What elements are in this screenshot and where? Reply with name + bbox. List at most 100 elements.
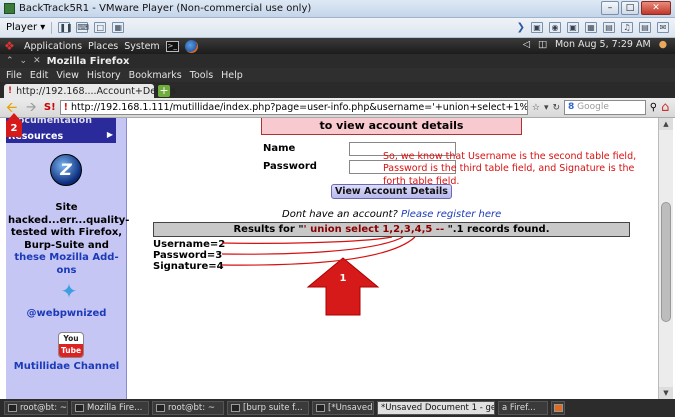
twitter-link[interactable]: @webpwnized [8, 308, 125, 319]
window-down-icon[interactable]: ⌄ [20, 56, 28, 66]
url-favicon-icon: ! [63, 102, 68, 113]
mutillidae-favicon-icon: ! [8, 86, 13, 96]
twitter-bird-icon[interactable]: ✦ [56, 280, 82, 302]
network-status-icon[interactable]: ◫ [538, 39, 547, 50]
menu-tools[interactable]: Tools [190, 70, 213, 81]
maximize-icon[interactable]: □ [621, 1, 639, 15]
window-controls: – □ ✕ [601, 1, 671, 15]
sound-icon[interactable]: ♫ [621, 22, 633, 33]
cdrom-icon[interactable]: ◉ [549, 22, 561, 33]
fullscreen-icon[interactable]: □ [94, 22, 107, 33]
sidebar-item-documentation[interactable]: Documentation [10, 118, 92, 126]
taskbar-item-firefox-2[interactable]: a Firef... [498, 401, 548, 415]
minimize-icon[interactable]: – [601, 1, 619, 15]
page-title: to view account details [261, 118, 522, 135]
terminal-icon [156, 404, 165, 412]
mutillidae-sidebar: Documentation Resources ▶ Z Site hacked.… [6, 118, 130, 399]
register-link[interactable]: Please register here [401, 209, 501, 220]
system-menu[interactable]: System [124, 41, 159, 52]
url-text: http://192.168.1.111/mutillidae/index.ph… [71, 102, 528, 113]
expand-arrow-icon[interactable]: ❯ [517, 22, 525, 33]
message-icon[interactable]: ✉ [657, 22, 669, 33]
scroll-thumb[interactable] [661, 202, 671, 322]
url-bar[interactable]: ! http://192.168.1.111/mutillidae/index.… [59, 100, 528, 115]
volume-icon[interactable]: ◁ [523, 39, 530, 50]
search-icon[interactable]: ⚲ [650, 102, 657, 113]
editor-icon [316, 404, 325, 412]
name-label: Name [263, 143, 296, 154]
step-2-badge: 2 [6, 121, 22, 137]
firefox-window-title: Mozilla Firefox [46, 55, 130, 67]
close-icon[interactable]: ✕ [641, 1, 671, 15]
taskbar-item-terminal-2[interactable]: root@bt: ~ [152, 401, 224, 415]
player-menu[interactable]: Player ▾ [6, 22, 45, 33]
vertical-scrollbar[interactable]: ▲ ▼ [658, 118, 673, 399]
window-close-icon[interactable]: ✕ [33, 56, 41, 66]
annotation-note: So, we know that Username is the second … [383, 151, 637, 187]
clock[interactable]: Mon Aug 5, 7:29 AM [555, 39, 651, 50]
applications-menu[interactable]: Applications [24, 41, 82, 52]
terminal-icon [8, 404, 17, 412]
disk-icon[interactable]: ▣ [531, 22, 543, 33]
firefox-icon [75, 404, 84, 412]
star-icon[interactable]: ☆ [532, 103, 540, 113]
menu-file[interactable]: File [6, 70, 22, 81]
google-icon: 8 [568, 102, 575, 112]
menu-history[interactable]: History [87, 70, 121, 81]
send-keys-icon[interactable]: ⌨ [76, 22, 89, 33]
results-header: Results for "' union select 1,2,3,4,5 --… [153, 222, 630, 237]
site-tested-text: Site hacked...err...quality-tested with … [8, 202, 130, 276]
back-arrow-icon[interactable]: 🡨 [6, 101, 22, 115]
taskbar-item-unsaved[interactable]: [*Unsaved ... [312, 401, 374, 415]
search-placeholder: Google [577, 102, 609, 112]
window-menu-icon[interactable]: ⌃ [6, 56, 14, 66]
pause-icon[interactable]: ❚❚ [58, 22, 73, 33]
tab-account-details[interactable]: ! http://192.168....Account+Details [4, 84, 176, 98]
tab-label: http://192.168....Account+Details [16, 85, 176, 97]
dropdown-icon[interactable]: ▾ [544, 103, 549, 113]
firefox-title-bar: ⌃ ⌄ ✕ Mozilla Firefox [0, 54, 675, 68]
panel-tray: ◁ ◫ Mon Aug 5, 7:29 AM ● [523, 39, 667, 50]
submenu-arrow-icon: ▶ [106, 130, 113, 139]
backtrack-dragon-icon: ❖ [4, 39, 15, 53]
usb-icon[interactable]: ▤ [603, 22, 615, 33]
scroll-up-icon[interactable]: ▲ [659, 118, 673, 130]
menu-edit[interactable]: Edit [30, 70, 48, 81]
taskbar-item-terminal-1[interactable]: root@bt: ~ [4, 401, 68, 415]
youtube-icon[interactable]: You Tube [58, 332, 84, 358]
menu-help[interactable]: Help [221, 70, 243, 81]
password-result: Password=3 [153, 250, 223, 261]
user-icon[interactable]: ● [659, 39, 667, 50]
home-icon[interactable]: ⌂ [661, 100, 675, 115]
gnome-taskbar: root@bt: ~ Mozilla Fire... root@bt: ~ [b… [0, 399, 675, 417]
search-input[interactable]: 8 Google [564, 100, 646, 115]
places-menu[interactable]: Places [88, 41, 118, 52]
gnome-top-panel: ❖ Applications Places System >_ ◁ ◫ Mon … [0, 38, 675, 54]
tab-strip: ! http://192.168....Account+Details + [0, 82, 675, 98]
forward-arrow-icon[interactable]: 🡪 [26, 100, 40, 115]
firefox-launcher-icon[interactable] [184, 39, 198, 53]
taskbar-item-gedit[interactable]: *Unsaved Document 1 - gedit [377, 401, 495, 415]
addons-link[interactable]: these Mozilla Add-ons [14, 252, 118, 276]
reload-icon[interactable]: ↻ [552, 103, 560, 113]
signature-result: Signature=4 [153, 261, 224, 272]
scroll-down-icon[interactable]: ▼ [659, 387, 673, 399]
unity-icon[interactable]: ▦ [112, 22, 125, 33]
hackers-logo-icon[interactable]: Z [50, 154, 82, 186]
terminal-launcher-icon[interactable]: >_ [165, 40, 179, 52]
navigation-bar: 🡨 🡪 S! ! http://192.168.1.111/mutillidae… [0, 98, 675, 118]
youtube-channel-link[interactable]: Mutillidae Channel [8, 361, 125, 373]
taskbar-item-firefox-1[interactable]: Mozilla Fire... [71, 401, 149, 415]
network-icon[interactable]: ▦ [585, 22, 597, 33]
menu-view[interactable]: View [56, 70, 79, 81]
stumble-icon[interactable]: S! [44, 102, 56, 113]
taskbar-firefox-icon[interactable] [551, 401, 565, 415]
firefox-menu-bar: File Edit View History Bookmarks Tools H… [0, 68, 675, 82]
floppy-icon[interactable]: ▣ [567, 22, 579, 33]
printer-icon[interactable]: ▤ [639, 22, 651, 33]
vmware-app-icon [4, 3, 15, 14]
menu-bookmarks[interactable]: Bookmarks [129, 70, 182, 81]
new-tab-button[interactable]: + [158, 85, 170, 97]
sidebar-menu: Documentation Resources ▶ [6, 118, 116, 143]
taskbar-item-burp[interactable]: [burp suite f... [227, 401, 309, 415]
